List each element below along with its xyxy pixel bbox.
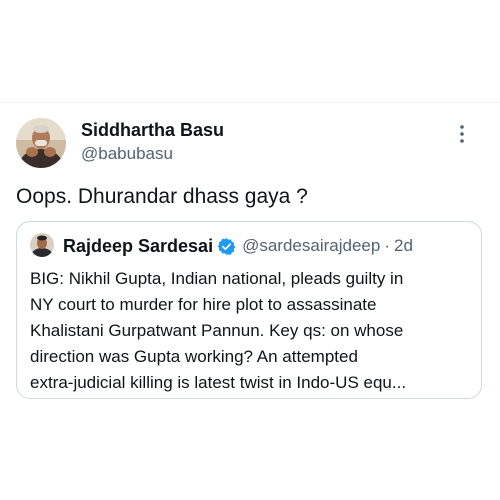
quoted-author-avatar[interactable] [30,233,54,257]
quoted-tweet-text: BIG: Nikhil Gupta, Indian national, plea… [30,266,476,396]
quoted-text-line: BIG: Nikhil Gupta, Indian national, plea… [30,269,404,288]
quoted-text-line: NY court to murder for hire plot to assa… [30,295,377,314]
page: Siddhartha Basu @babubasu Oops. Dhuranda… [0,0,500,500]
quoted-header: Rajdeep Sardesai @sardesairajdeep · 2d [63,234,413,258]
author-name[interactable]: Siddhartha Basu [81,120,224,141]
author-handle[interactable]: @babubasu [81,144,173,164]
divider [0,102,500,103]
quoted-text-line: direction was Gupta working? An attempte… [30,347,358,366]
quoted-text-line: extra-judicial killing is latest twist i… [30,373,407,392]
author-avatar[interactable] [16,118,66,168]
tweet-text: Oops. Dhurandar dhass gaya ? [16,185,308,208]
person-avatar-icon [16,118,66,168]
separator-dot: · [384,236,390,255]
more-vertical-icon[interactable] [452,123,472,145]
person-avatar-icon [30,233,54,257]
quoted-timestamp[interactable]: 2d [394,236,413,256]
quoted-text-line: Khalistani Gurpatwant Pannun. Key qs: on… [30,321,404,340]
quoted-author-name[interactable]: Rajdeep Sardesai [63,236,213,257]
verified-badge-icon [217,237,236,255]
quoted-author-handle[interactable]: @sardesairajdeep [242,236,380,256]
quoted-tweet-card[interactable]: Rajdeep Sardesai @sardesairajdeep · 2d B… [16,221,482,399]
